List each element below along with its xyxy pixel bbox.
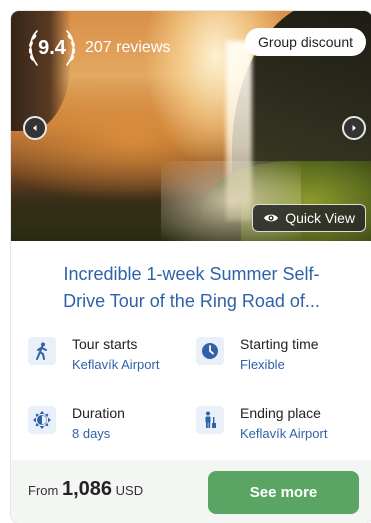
clock-icon: [196, 337, 224, 365]
info-label: Tour starts: [72, 336, 138, 352]
previous-image-button[interactable]: [23, 116, 47, 140]
laurel-icon: 9.4: [23, 25, 81, 71]
price-amount: 1,086: [61, 478, 113, 500]
info-value: 8 days: [72, 426, 111, 441]
next-image-button[interactable]: [342, 116, 366, 140]
hiker-icon: [28, 337, 56, 365]
info-value: Flexible: [240, 357, 285, 372]
review-count[interactable]: 207 reviews: [85, 39, 170, 57]
eye-icon: [264, 214, 279, 222]
info-ending-place: Ending place Keflavík Airport: [196, 404, 327, 443]
info-duration: Duration 8 days: [28, 404, 125, 443]
price-currency: USD: [115, 483, 144, 498]
card-footer: From 1,086 USD See more: [11, 460, 371, 523]
tour-card[interactable]: 9.4 207 reviews Group discount Quick Vie…: [11, 11, 371, 523]
price-from-label: From: [28, 483, 59, 498]
info-value: Keflavík Airport: [240, 426, 328, 441]
info-label: Duration: [72, 405, 125, 421]
person-flag-icon: [196, 406, 224, 434]
tour-title[interactable]: Incredible 1-week Summer Self- Drive Tou…: [11, 261, 371, 315]
chevron-left-icon: [33, 125, 37, 131]
quick-view-label: Quick View: [285, 210, 355, 226]
group-discount-badge: Group discount: [245, 28, 366, 56]
info-value: Keflavík Airport: [72, 357, 160, 372]
rating-score: 9.4: [38, 37, 66, 59]
rating: 9.4 207 reviews: [23, 25, 170, 71]
tour-image[interactable]: 9.4 207 reviews Group discount Quick Vie…: [11, 11, 371, 241]
quick-view-button[interactable]: Quick View: [252, 204, 366, 232]
info-label: Starting time: [240, 336, 319, 352]
info-tour-starts: Tour starts Keflavík Airport: [28, 335, 159, 374]
chevron-right-icon: [352, 125, 356, 131]
info-starting-time: Starting time Flexible: [196, 335, 319, 374]
price: From 1,086 USD: [28, 478, 143, 501]
sun-icon: [28, 406, 56, 434]
see-more-button[interactable]: See more: [208, 471, 359, 514]
info-label: Ending place: [240, 405, 321, 421]
